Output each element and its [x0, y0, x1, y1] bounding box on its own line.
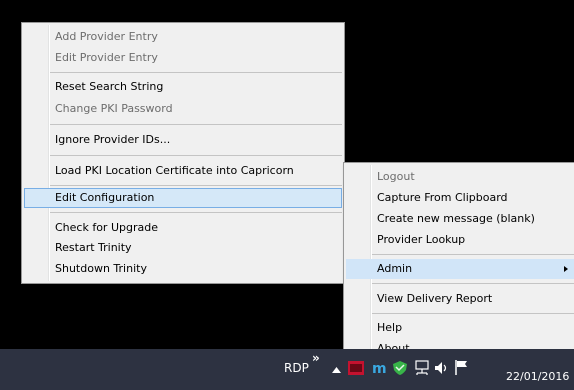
menu-item-add-provider-entry[interactable]: Add Provider Entry [24, 27, 342, 47]
menu-item-provider-lookup[interactable]: Provider Lookup [346, 230, 574, 250]
clock-date[interactable]: 22/01/2016 [506, 370, 569, 383]
menu-item-logout[interactable]: Logout [346, 167, 574, 187]
menu-separator [50, 212, 342, 213]
menu-separator [372, 283, 574, 284]
toolbar-overflow-chevron-icon[interactable]: » [312, 351, 320, 365]
action-center-flag-icon[interactable] [455, 360, 469, 375]
menu-item-edit-configuration[interactable]: Edit Configuration [24, 188, 342, 208]
green-shield-icon[interactable] [393, 361, 407, 375]
m-app-icon[interactable]: m [372, 361, 386, 375]
speaker-icon[interactable] [435, 361, 449, 375]
menu-item-admin-label: Admin [377, 262, 413, 275]
menu-item-shutdown-trinity[interactable]: Shutdown Trinity [24, 259, 342, 279]
menu-item-help[interactable]: Help [346, 318, 574, 338]
menu-item-ignore-provider-ids[interactable]: Ignore Provider IDs... [24, 130, 342, 150]
svg-text:m: m [372, 361, 386, 375]
menu-item-reset-search-string[interactable]: Reset Search String [24, 77, 342, 97]
hl7-icon[interactable] [348, 361, 364, 375]
menu-item-admin[interactable]: Admin [346, 259, 574, 279]
menu-separator [50, 124, 342, 125]
admin-submenu: Add Provider Entry Edit Provider Entry R… [21, 22, 345, 284]
menu-item-restart-trinity[interactable]: Restart Trinity [24, 238, 342, 258]
menu-separator [372, 313, 574, 314]
rdp-toolbar-label[interactable]: RDP [284, 361, 309, 375]
menu-item-create-new-message[interactable]: Create new message (blank) [346, 209, 574, 229]
taskbar: RDP » m 22/01/2016 [0, 349, 574, 390]
menu-item-view-delivery-report[interactable]: View Delivery Report [346, 289, 574, 309]
menu-separator [50, 185, 342, 186]
menu-item-edit-provider-entry[interactable]: Edit Provider Entry [24, 48, 342, 68]
menu-item-change-pki-password[interactable]: Change PKI Password [24, 99, 342, 119]
menu-item-load-pki-location-certificate[interactable]: Load PKI Location Certificate into Capri… [24, 161, 342, 181]
submenu-arrow-icon [564, 266, 568, 272]
show-hidden-icons-arrow-icon[interactable] [332, 367, 341, 373]
tray-context-menu: Logout Capture From Clipboard Create new… [343, 162, 574, 367]
menu-separator [50, 72, 342, 73]
menu-separator [50, 155, 342, 156]
menu-item-check-for-upgrade[interactable]: Check for Upgrade [24, 218, 342, 238]
menu-separator [372, 254, 574, 255]
network-icon[interactable] [415, 360, 429, 376]
menu-item-capture-from-clipboard[interactable]: Capture From Clipboard [346, 188, 574, 208]
